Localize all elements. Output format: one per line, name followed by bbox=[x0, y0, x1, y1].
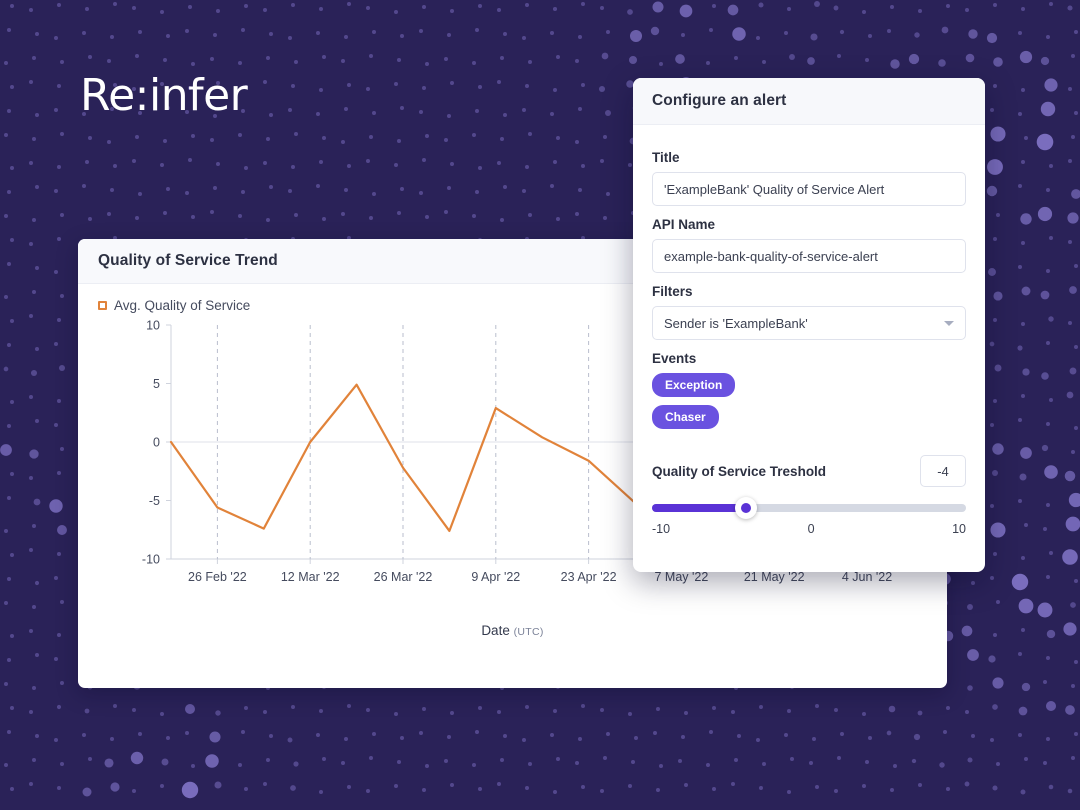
svg-text:4 Jun '22: 4 Jun '22 bbox=[842, 570, 892, 584]
filters-select-value: Sender is 'ExampleBank' bbox=[664, 315, 808, 331]
svg-text:26 Mar '22: 26 Mar '22 bbox=[374, 570, 433, 584]
threshold-value-input[interactable]: -4 bbox=[920, 455, 966, 487]
threshold-mid-label: 0 bbox=[807, 522, 815, 536]
title-field-label: Title bbox=[652, 150, 680, 165]
x-axis-title-suffix: (UTC) bbox=[513, 626, 544, 638]
threshold-slider-ticks: -10 0 10 bbox=[652, 522, 966, 536]
svg-text:0: 0 bbox=[153, 436, 160, 450]
svg-text:26 Feb '22: 26 Feb '22 bbox=[188, 570, 247, 584]
filters-select[interactable]: Sender is 'ExampleBank' bbox=[652, 306, 966, 340]
threshold-slider[interactable] bbox=[652, 497, 966, 519]
title-input-value: 'ExampleBank' Quality of Service Alert bbox=[664, 181, 885, 197]
threshold-max-label: 10 bbox=[952, 522, 966, 536]
api-name-input[interactable]: example-bank-quality-of-service-alert bbox=[652, 239, 966, 273]
threshold-slider-fill bbox=[652, 504, 747, 512]
svg-text:-5: -5 bbox=[149, 494, 160, 508]
title-input[interactable]: 'ExampleBank' Quality of Service Alert bbox=[652, 172, 966, 206]
svg-text:21 May '22: 21 May '22 bbox=[744, 570, 805, 584]
event-chip-chaser[interactable]: Chaser bbox=[652, 405, 719, 429]
threshold-label: Quality of Service Treshold bbox=[652, 463, 827, 479]
svg-text:7 May '22: 7 May '22 bbox=[654, 570, 708, 584]
alert-panel-title: Configure an alert bbox=[652, 92, 787, 109]
svg-text:10: 10 bbox=[146, 319, 160, 333]
x-axis-title-text: Date bbox=[481, 623, 510, 638]
alert-panel-body: Title 'ExampleBank' Quality of Service A… bbox=[633, 125, 985, 536]
alert-panel-header: Configure an alert bbox=[633, 78, 985, 125]
y-axis-title: Avg. Quality of Service bbox=[78, 239, 93, 313]
events-field-label: Events bbox=[652, 351, 697, 366]
x-axis-title: Date (UTC) bbox=[78, 623, 947, 638]
event-chip-exception[interactable]: Exception bbox=[652, 373, 736, 397]
chevron-down-icon bbox=[944, 320, 954, 326]
svg-text:5: 5 bbox=[153, 377, 160, 391]
legend-label: Avg. Quality of Service bbox=[114, 298, 251, 313]
svg-text:-10: -10 bbox=[142, 553, 160, 567]
svg-text:23 Apr '22: 23 Apr '22 bbox=[561, 570, 617, 584]
chart-title: Quality of Service Trend bbox=[98, 252, 278, 269]
svg-text:9 Apr '22: 9 Apr '22 bbox=[471, 570, 520, 584]
threshold-min-label: -10 bbox=[652, 522, 671, 536]
svg-text:12 Mar '22: 12 Mar '22 bbox=[281, 570, 340, 584]
api-name-input-value: example-bank-quality-of-service-alert bbox=[664, 248, 878, 264]
threshold-slider-thumb[interactable] bbox=[735, 497, 758, 519]
threshold-row: Quality of Service Treshold -4 bbox=[652, 455, 966, 487]
legend-swatch-icon bbox=[98, 301, 107, 310]
configure-alert-panel: Configure an alert Title 'ExampleBank' Q… bbox=[633, 78, 985, 572]
threshold-value-text: -4 bbox=[937, 463, 949, 479]
events-chip-list: Exception Chaser bbox=[652, 373, 966, 437]
reinfer-logo: Re:infer bbox=[80, 70, 248, 121]
filters-field-label: Filters bbox=[652, 284, 693, 299]
api-name-field-label: API Name bbox=[652, 217, 716, 232]
